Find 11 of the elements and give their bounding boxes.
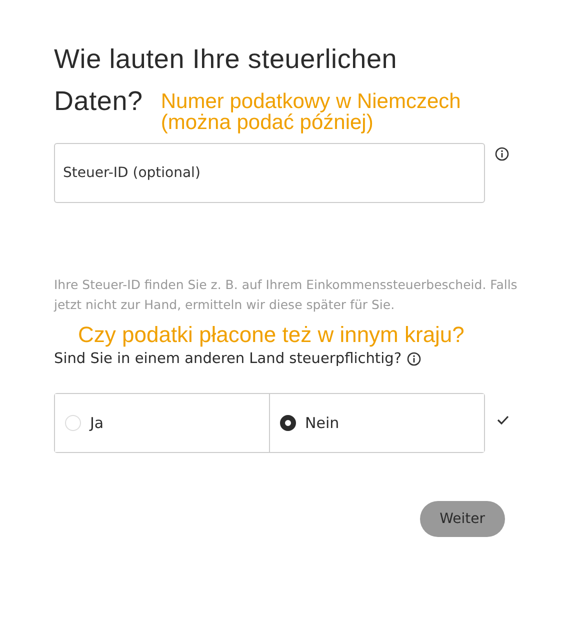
info-icon[interactable] xyxy=(406,352,421,366)
radio-option[interactable]: Nein xyxy=(269,394,484,452)
tax-id-field[interactable]: Steuer-ID (optional) xyxy=(54,143,485,203)
annotation-text: Czy podatki płacone też w innym kraju? xyxy=(78,321,466,349)
annotation-text: Numer podatkowy w Niemczech (można podać później) xyxy=(160,91,462,133)
page-title: Daten? xyxy=(54,85,143,118)
next-button[interactable]: Weiter xyxy=(420,501,505,537)
info-icon[interactable] xyxy=(495,147,509,161)
question-label: Sind Sie in einem anderen Land steuerpflichtig? xyxy=(54,351,402,367)
help-text: Ihre Steuer-ID finden Sie z. B. auf Ihrem Einkommenssteuerbescheid. Falls jetzt nicht zur Hand, ermitteln wir diese später für Sie. xyxy=(54,276,518,314)
page-title: Wie lauten Ihre steuerlichen xyxy=(54,43,398,76)
